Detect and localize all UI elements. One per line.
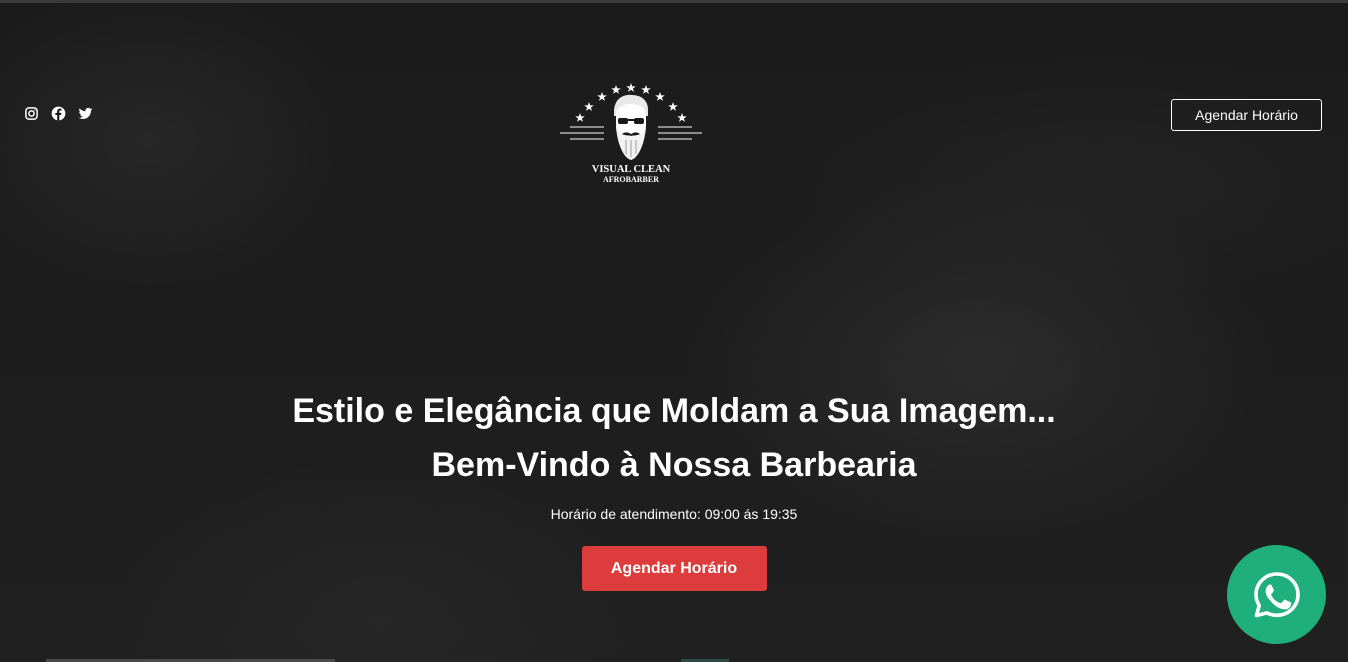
hero-title-line2: Bem-Vindo à Nossa Barbearia [431,446,917,484]
logo-line1: VISUAL CLEAN [592,164,671,175]
social-links [24,106,93,121]
facebook-icon[interactable] [51,106,66,121]
hero-title: Estilo e Elegância que Moldam a Sua Imag… [0,384,1348,492]
instagram-icon[interactable] [24,106,39,121]
hero-schedule-button[interactable]: Agendar Horário [581,546,767,591]
header-schedule-button[interactable]: Agendar Horário [1171,99,1322,131]
hero-title-line1: Estilo e Elegância que Moldam a Sua Imag… [292,392,1056,430]
bearded-man-icon [614,94,649,160]
brand-logo[interactable]: VISUAL CLEAN AFROBARBER [556,80,706,188]
whatsapp-icon [1253,571,1300,617]
top-border [0,0,1348,3]
twitter-icon[interactable] [78,106,93,121]
hero-section: Estilo e Elegância que Moldam a Sua Imag… [0,384,1348,591]
opening-hours: Horário de atendimento: 09:00 ás 19:35 [550,506,798,522]
whatsapp-button[interactable] [1227,545,1326,644]
logo-line2: AFROBARBER [603,175,659,184]
